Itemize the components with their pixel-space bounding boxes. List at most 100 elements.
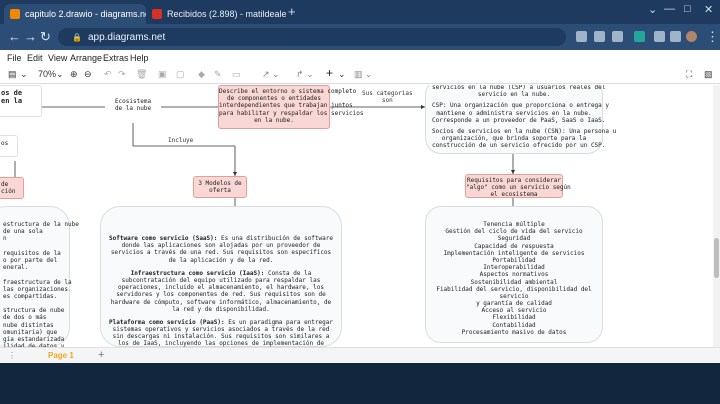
requisito-item: Interoperabilidad	[483, 264, 545, 272]
to-back-icon[interactable]: ▢	[176, 69, 185, 80]
close-window-icon[interactable]: ✕	[704, 3, 713, 16]
scrollbar-thumb[interactable]	[714, 238, 719, 278]
editor-toolbar: ▤ ⌄ 70% ⌄ ⊕ ⊖ ↶ ↷ 🗑 ▣ ▢ ◆ ✎ ▭ ↗ ⌄ ↱ ⌄ + …	[0, 66, 720, 84]
zoom-in-icon[interactable]: ⊕	[70, 69, 78, 80]
csn-definition: Socios de servicios en la nube (CSN): Un…	[432, 127, 617, 150]
tab-title: capitulo 2.drawio - diagrams.net	[25, 9, 146, 19]
menu-help[interactable]: Help	[130, 53, 149, 63]
waypoints-icon[interactable]: ↱ ⌄	[296, 69, 314, 80]
paas-heading: Plataforma como servicio (PaaS):	[109, 318, 225, 326]
insert-icon[interactable]: +	[326, 66, 333, 80]
tab-gmail[interactable]: Recibidos (2.898) - matildealexan ✕	[146, 4, 286, 24]
vertical-scrollbar[interactable]	[713, 85, 720, 347]
requisito-item: Aspectos normativos	[479, 271, 549, 279]
fullscreen-icon[interactable]: ⛶	[686, 69, 692, 80]
requisito-item: Tenencia múltiple	[483, 221, 545, 228]
menu-bar: File Edit View Arrange Extras Help	[0, 50, 720, 66]
requisito-item: Implementación inteligente de servicios	[443, 249, 585, 257]
gmail-favicon-icon	[152, 9, 162, 19]
install-icon[interactable]	[576, 31, 587, 42]
categorias-node[interactable]: servicios en la nube (CSP) a usuarios re…	[425, 85, 617, 154]
iaas-heading: Infraestructura como servicio (IaaS):	[130, 269, 265, 277]
menu-edit[interactable]: Edit	[27, 53, 43, 63]
zoom-select[interactable]: 70%	[38, 69, 56, 79]
diagram-canvas[interactable]: os de en la Ecosistema de la nube Descri…	[0, 85, 713, 347]
chevron-down-icon[interactable]: ⌄	[20, 69, 28, 80]
csp-top-text: servicios en la nube (CSP) a usuarios re…	[432, 85, 606, 99]
chevron-down-icon[interactable]: ⌄	[648, 3, 657, 16]
requisito-item: Fiabilidad del servicio, disponibilidad …	[436, 285, 592, 300]
saas-paragraph: Software como servicio (SaaS): Es una di…	[109, 235, 333, 264]
puzzle-icon[interactable]	[654, 31, 665, 42]
connection-icon[interactable]: ↗ ⌄	[262, 69, 280, 80]
to-front-icon[interactable]: ▣	[158, 69, 167, 80]
menu-file[interactable]: File	[7, 53, 22, 63]
pages-menu-icon[interactable]: ⋮	[8, 351, 16, 360]
requisito-item: Procesamiento masivo de datos	[461, 328, 567, 336]
requisito-item: Contabilidad	[492, 321, 536, 329]
menu-extras[interactable]: Extras	[103, 53, 129, 63]
left-os-fragment[interactable]: os	[0, 135, 18, 157]
iaas-body: Consta de la subcontratación del equipo …	[110, 269, 332, 313]
drawio-favicon-icon	[10, 9, 20, 19]
csp-definition: CSP: Una organización que proporciona o …	[432, 102, 610, 124]
more-icon[interactable]: ⋮	[706, 29, 719, 45]
ecosistema-node[interactable]: Ecosistema de la nube	[105, 93, 161, 119]
requisito-item: y garantía de calidad	[476, 300, 552, 308]
browser-tab-bar: capitulo 2.drawio - diagrams.net ✕ Recib…	[0, 0, 720, 24]
requisito-item: Seguridad	[497, 235, 531, 243]
saas-heading: Software como servicio (SaaS):	[109, 235, 218, 242]
sus-categorias-label: Sus categorias son	[362, 90, 413, 104]
minimize-icon[interactable]: —	[664, 3, 675, 15]
left-de-fragment[interactable]: de ción	[0, 177, 24, 199]
requisito-item: Capacidad de respuesta	[474, 242, 554, 250]
chevron-down-icon[interactable]: ⌄	[338, 69, 346, 80]
page-tab-bar: ⋮ Page 1 +	[0, 347, 720, 363]
back-icon[interactable]: ←	[8, 29, 21, 44]
address-bar-row: ← → ↻ 🔒 app.diagrams.net ⋮	[0, 24, 720, 50]
url-text: app.diagrams.net	[87, 31, 166, 43]
avatar[interactable]	[686, 31, 697, 42]
url-field[interactable]: 🔒 app.diagrams.net	[58, 28, 566, 46]
menu-view[interactable]: View	[48, 53, 67, 63]
shadow-icon[interactable]: ▭	[232, 69, 241, 80]
tres-modelos-node[interactable]: 3 Modelos de oferta	[193, 176, 247, 198]
requisito-item: Gestión del ciclo de vida del servicio	[445, 228, 583, 236]
new-tab-icon[interactable]: +	[288, 4, 296, 19]
zoom-out-icon[interactable]: ⊖	[84, 69, 92, 80]
lock-icon: 🔒	[72, 32, 82, 42]
sidebar-toggle-icon[interactable]: ▤	[8, 69, 17, 80]
menu-arrange[interactable]: Arrange	[70, 53, 102, 63]
maximize-icon[interactable]: □	[684, 3, 691, 15]
left-list-fragment[interactable]: estructura de la nube de una sola n requ…	[0, 206, 79, 347]
os-taskbar	[0, 363, 720, 404]
incluye-label: Incluye	[168, 137, 194, 144]
table-icon[interactable]: ▥ ⌄	[354, 69, 373, 80]
tab-drawio[interactable]: capitulo 2.drawio - diagrams.net ✕	[4, 4, 146, 24]
modelos-content-node[interactable]: Software como servicio (SaaS): Es una di…	[100, 206, 342, 347]
requisito-item: Flexibilidad	[492, 314, 536, 322]
extension-icon[interactable]	[634, 31, 645, 42]
redo-icon[interactable]: ↷	[118, 69, 126, 80]
reload-icon[interactable]: ↻	[40, 29, 51, 45]
chevron-down-icon[interactable]: ⌄	[56, 69, 64, 80]
line-color-icon[interactable]: ✎	[214, 69, 222, 80]
undo-icon[interactable]: ↶	[104, 69, 112, 80]
requisito-item: Portabilidad	[492, 256, 536, 264]
requisitos-list-node[interactable]: Tenencia múltiple Gestión del ciclo de v…	[425, 206, 603, 343]
describe-node[interactable]: Describe el entorno o sistema completo d…	[218, 85, 364, 129]
delete-icon[interactable]: 🗑	[136, 69, 147, 80]
left-title-fragment[interactable]: os de en la	[0, 85, 42, 117]
add-page-icon[interactable]: +	[98, 349, 104, 361]
page-tab[interactable]: Page 1	[48, 351, 74, 360]
requisitos-title-node[interactable]: Requisitos para considerar "algo" como u…	[465, 174, 571, 198]
iaas-paragraph: Infraestructura como servicio (IaaS): Co…	[109, 270, 333, 313]
fill-color-icon[interactable]: ◆	[198, 69, 205, 80]
requisito-item: Sostenibilidad ambiental	[470, 278, 558, 286]
forward-icon[interactable]: →	[24, 29, 37, 44]
tab-title: Recibidos (2.898) - matildealexan	[167, 9, 286, 19]
format-panel-icon[interactable]: ▧	[704, 69, 713, 80]
sidepanel-icon[interactable]	[670, 31, 681, 42]
star-icon[interactable]	[612, 31, 623, 42]
share-icon[interactable]	[594, 31, 605, 42]
